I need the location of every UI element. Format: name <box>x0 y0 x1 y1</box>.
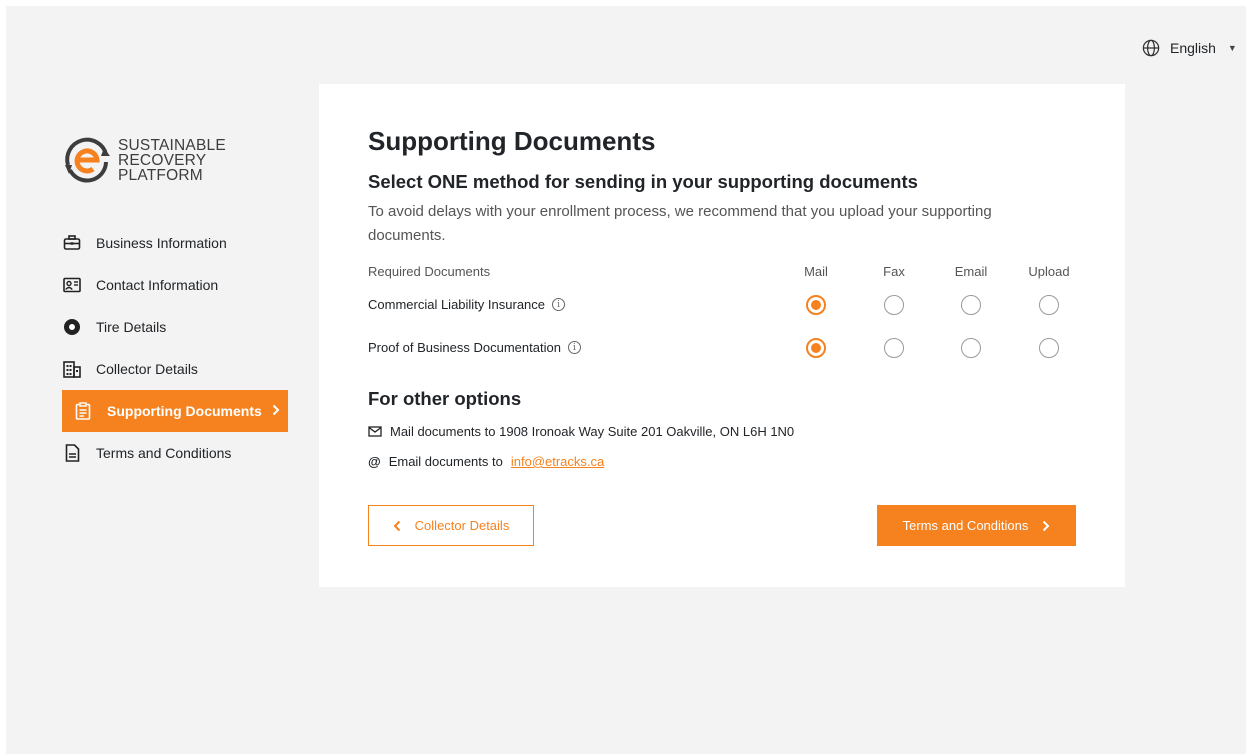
table-row: Proof of Business Documentation i <box>368 326 1078 369</box>
header-email: Email <box>954 263 988 279</box>
document-icon <box>62 443 82 463</box>
globe-icon <box>1142 39 1160 57</box>
radio-upload[interactable] <box>1039 337 1059 358</box>
logo-text: SUSTAINABLE RECOVERY PLATFORM <box>118 136 226 184</box>
tire-icon <box>62 317 82 337</box>
sidebar-item-business-information[interactable]: Business Information <box>62 222 288 264</box>
mail-option-line: Mail documents to 1908 Ironoak Way Suite… <box>368 424 794 439</box>
document-name: Proof of Business Documentation <box>368 340 561 355</box>
radio-email[interactable] <box>961 294 981 315</box>
supporting-documents-card: Supporting Documents Select ONE method f… <box>319 84 1125 587</box>
sidebar-item-label: Supporting Documents <box>107 403 262 419</box>
email-cell <box>941 337 1001 358</box>
upload-cell <box>1019 337 1079 358</box>
radio-upload[interactable] <box>1039 294 1059 315</box>
email-prefix-text: Email documents to <box>388 454 503 469</box>
table-row: Commercial Liability Insurance i <box>368 283 1078 326</box>
sidebar-item-collector-details[interactable]: Collector Details <box>62 348 288 390</box>
header-upload: Upload <box>1028 263 1070 279</box>
logo: SUSTAINABLE RECOVERY PLATFORM <box>60 132 226 188</box>
back-button-label: Collector Details <box>414 518 510 533</box>
document-name: Commercial Liability Insurance <box>368 297 546 312</box>
chevron-right-icon <box>272 403 280 419</box>
header-fax: Fax <box>883 263 905 279</box>
email-option-line: @ Email documents to info@etracks.ca <box>368 454 604 469</box>
briefcase-icon <box>62 233 82 253</box>
fax-cell <box>864 337 924 358</box>
chevron-left-icon <box>393 520 400 531</box>
sidebar-item-contact-information[interactable]: Contact Information <box>62 264 288 306</box>
sidebar-item-tire-details[interactable]: Tire Details <box>62 306 288 348</box>
logo-line-1: SUSTAINABLE <box>118 136 226 154</box>
clipboard-icon <box>73 401 93 421</box>
header-mail: Mail <box>804 263 828 279</box>
upload-cell <box>1019 294 1079 315</box>
next-button-label: Terms and Conditions <box>902 518 1029 533</box>
email-cell <box>941 294 1001 315</box>
radio-mail[interactable] <box>806 337 826 358</box>
page-background: English ▼ SUSTAINABLE RECOVERY PLATFORM … <box>6 6 1246 754</box>
info-icon[interactable]: i <box>567 341 581 354</box>
row-label: Proof of Business Documentation i <box>368 340 788 355</box>
header-required-documents: Required Documents <box>368 263 491 279</box>
logo-line-2: RECOVERY <box>118 151 207 169</box>
other-options-title: For other options <box>368 388 522 409</box>
logo-e-icon <box>65 137 110 183</box>
mail-address-text: Mail documents to 1908 Ironoak Way Suite… <box>390 424 795 439</box>
radio-mail[interactable] <box>806 294 826 315</box>
page-title: Supporting Documents <box>368 126 656 156</box>
radio-email[interactable] <box>961 337 981 358</box>
radio-fax[interactable] <box>884 337 904 358</box>
radio-fax[interactable] <box>884 294 904 315</box>
sidebar-item-label: Contact Information <box>96 277 219 293</box>
back-button[interactable]: Collector Details <box>368 505 534 546</box>
email-link[interactable]: info@etracks.ca <box>511 454 604 469</box>
caret-down-icon: ▼ <box>1227 43 1237 53</box>
sidebar-item-label: Business Information <box>96 235 227 251</box>
next-button[interactable]: Terms and Conditions <box>877 505 1076 546</box>
description-text: To avoid delays with your enrollment pro… <box>368 203 992 244</box>
at-sign-icon: @ <box>368 454 381 469</box>
sidebar-nav: Business Information Contact Information… <box>62 222 288 474</box>
chevron-right-icon <box>1043 520 1050 531</box>
row-label: Commercial Liability Insurance i <box>368 297 788 312</box>
section-subtitle: Select ONE method for sending in your su… <box>368 171 918 192</box>
documents-method-table: Required Documents Mail Fax Email Upload… <box>368 262 1078 369</box>
language-label: English <box>1170 40 1216 56</box>
fax-cell <box>864 294 924 315</box>
language-selector[interactable]: English ▼ <box>1142 36 1246 60</box>
sidebar-item-supporting-documents[interactable]: Supporting Documents <box>62 390 288 432</box>
mail-cell <box>786 294 846 315</box>
sidebar-item-terms-and-conditions[interactable]: Terms and Conditions <box>62 432 288 474</box>
logo-line-3: PLATFORM <box>118 166 203 184</box>
sidebar-item-label: Collector Details <box>96 361 198 377</box>
building-icon <box>62 359 82 379</box>
info-icon[interactable]: i <box>552 298 566 311</box>
sidebar-item-label: Terms and Conditions <box>96 445 232 461</box>
envelope-icon <box>368 426 382 437</box>
table-header: Required Documents Mail Fax Email Upload <box>368 262 1078 280</box>
id-card-icon <box>62 275 82 295</box>
mail-cell <box>786 337 846 358</box>
sidebar-item-label: Tire Details <box>96 319 167 335</box>
